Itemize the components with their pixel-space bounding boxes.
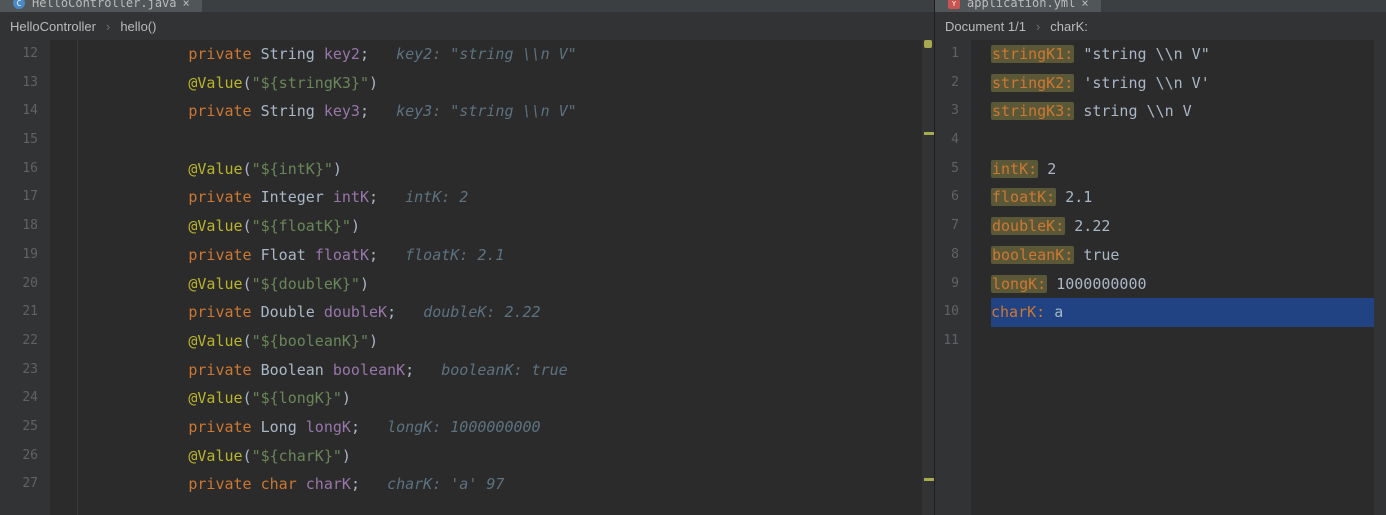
breadcrumb-class[interactable]: HelloController — [10, 19, 96, 34]
tab-hellocontroller[interactable]: C HelloController.java × — [0, 0, 202, 12]
tab-bar-right: Y application.yml × — [935, 0, 1386, 12]
code-editor-right[interactable]: 1234567891011 stringK1: "string \\n V"st… — [935, 40, 1386, 515]
breadcrumb-left: HelloController › hello() — [0, 12, 934, 40]
code-area[interactable]: stringK1: "string \\n V"stringK2: 'strin… — [971, 40, 1374, 515]
left-editor-pane: C HelloController.java × HelloController… — [0, 0, 934, 515]
java-file-icon: C — [12, 0, 26, 10]
tab-application-yml[interactable]: Y application.yml × — [935, 0, 1101, 12]
tab-label: HelloController.java — [32, 0, 177, 10]
code-editor-left[interactable]: 12131415161718192021222324252627 private… — [0, 40, 934, 515]
right-editor-pane: Y application.yml × Document 1/1 › charK… — [934, 0, 1386, 515]
line-gutter: 12131415161718192021222324252627 — [0, 40, 50, 515]
scrollbar-left[interactable] — [922, 40, 934, 515]
breadcrumb-sep-icon: › — [106, 19, 110, 34]
yaml-file-icon: Y — [947, 0, 961, 10]
breadcrumb-right: Document 1/1 › charK: — [935, 12, 1386, 40]
svg-text:C: C — [17, 0, 22, 8]
close-icon[interactable]: × — [183, 0, 190, 10]
breadcrumb-sep-icon: › — [1036, 19, 1040, 34]
breadcrumb-method[interactable]: hello() — [120, 19, 156, 34]
breadcrumb-key[interactable]: charK: — [1050, 19, 1088, 34]
scrollbar-right[interactable] — [1374, 40, 1386, 515]
breadcrumb-doc[interactable]: Document 1/1 — [945, 19, 1026, 34]
scrollbar-thumb[interactable] — [924, 40, 932, 48]
tab-bar-left: C HelloController.java × — [0, 0, 934, 12]
code-area[interactable]: private String key2; key2: "string \\n V… — [50, 40, 922, 515]
close-icon[interactable]: × — [1081, 0, 1088, 10]
line-gutter: 1234567891011 — [935, 40, 971, 515]
tab-label: application.yml — [967, 0, 1075, 10]
